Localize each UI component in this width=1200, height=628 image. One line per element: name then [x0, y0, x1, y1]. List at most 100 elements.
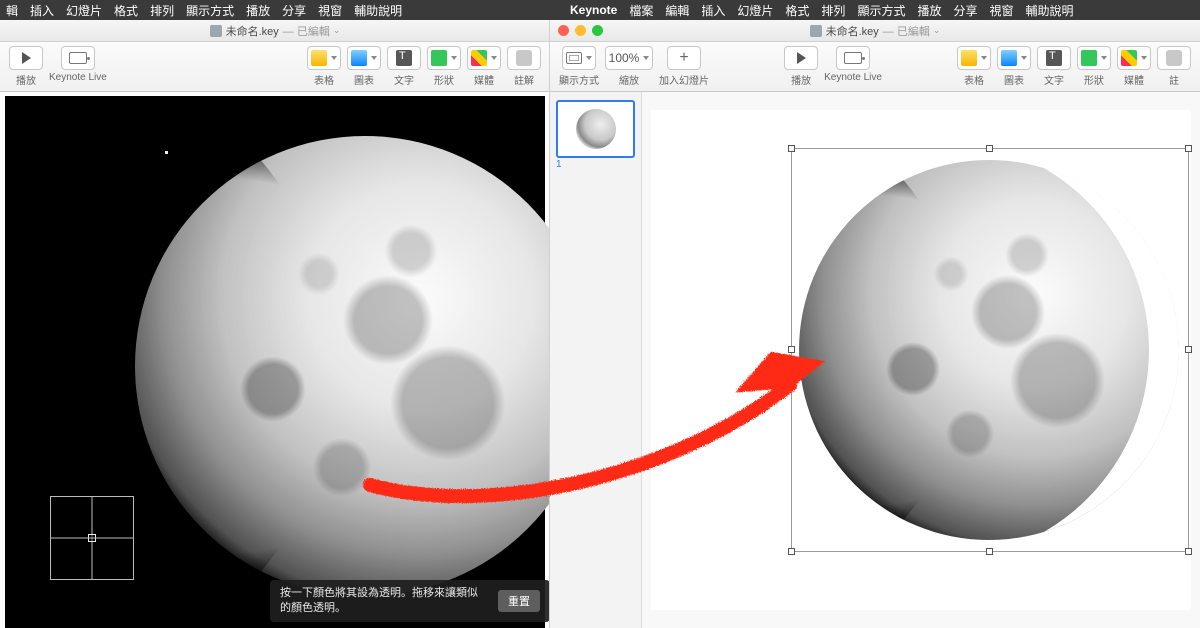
media-label: 媒體 — [1124, 72, 1144, 87]
menu-item[interactable]: 播放 — [246, 2, 270, 19]
menu-item[interactable]: 視窗 — [989, 2, 1013, 19]
menu-item[interactable]: 播放 — [917, 2, 941, 19]
shape-label: 形狀 — [1084, 72, 1104, 87]
text-icon — [1046, 50, 1062, 66]
resize-handle[interactable] — [788, 346, 795, 353]
zoom-label: 縮放 — [619, 72, 639, 87]
app-name[interactable]: Keynote — [570, 3, 617, 17]
menu-item[interactable]: 顯示方式 — [857, 2, 905, 19]
resize-handle[interactable] — [986, 145, 993, 152]
slide-canvas[interactable] — [642, 92, 1200, 628]
slide-thumbnail-1[interactable]: 1 — [556, 100, 635, 158]
resize-handle[interactable] — [788, 145, 795, 152]
zoom-select[interactable]: 100% — [605, 46, 653, 70]
shape-icon — [1081, 50, 1097, 66]
shape-icon — [431, 50, 447, 66]
canvas-left: 按一下顏色將其設為透明。拖移來讓類似的顏色透明。 重置 — [0, 92, 550, 628]
menu-item[interactable]: 幻燈片 — [737, 2, 773, 19]
fullscreen-icon[interactable] — [592, 25, 603, 36]
menu-item[interactable]: 插入 — [701, 2, 725, 19]
instant-alpha-picker[interactable] — [50, 496, 134, 580]
minimize-icon[interactable] — [575, 25, 586, 36]
menu-item[interactable]: 視窗 — [318, 2, 342, 19]
titlebar-left: 未命名.key — 已編輯 ⌄ — [0, 20, 550, 42]
menu-item[interactable]: 顯示方式 — [186, 2, 234, 19]
text-button[interactable] — [387, 46, 421, 70]
play-icon — [22, 52, 31, 64]
keynote-live-button[interactable] — [836, 46, 870, 70]
right-window: Keynote 檔案 編輯 插入 幻燈片 格式 排列 顯示方式 播放 分享 視窗… — [550, 0, 1200, 628]
menu-item[interactable]: 排列 — [821, 2, 845, 19]
table-label: 表格 — [964, 72, 984, 87]
shape-button[interactable] — [1077, 46, 1111, 70]
view-icon — [566, 52, 582, 64]
resize-handle[interactable] — [788, 548, 795, 555]
doc-status: — 已編輯 — [883, 23, 930, 39]
comment-button[interactable] — [1157, 46, 1191, 70]
play-label: 播放 — [16, 72, 36, 87]
live-label: Keynote Live — [49, 72, 107, 83]
view-button[interactable] — [562, 46, 596, 70]
menu-item[interactable]: 輔助說明 — [1026, 2, 1074, 19]
resize-handle[interactable] — [1185, 548, 1192, 555]
menu-item[interactable]: 格式 — [785, 2, 809, 19]
media-button[interactable] — [467, 46, 501, 70]
doc-title: 未命名.key — [826, 23, 879, 39]
text-button[interactable] — [1037, 46, 1071, 70]
resize-handle[interactable] — [1185, 145, 1192, 152]
doc-title: 未命名.key — [226, 23, 279, 39]
chart-button[interactable] — [997, 46, 1031, 70]
live-label: Keynote Live — [824, 72, 882, 83]
resize-handle[interactable] — [1185, 346, 1192, 353]
comment-label: 註 — [1169, 72, 1179, 87]
menu-item[interactable]: 分享 — [282, 2, 306, 19]
menu-item[interactable]: 插入 — [30, 2, 54, 19]
media-icon — [1121, 50, 1137, 66]
text-label: 文字 — [394, 72, 414, 87]
comment-icon — [1166, 50, 1182, 66]
add-slide-label: 加入幻燈片 — [659, 72, 709, 87]
menu-item[interactable]: 分享 — [953, 2, 977, 19]
doc-icon — [810, 25, 822, 37]
play-button[interactable] — [784, 46, 818, 70]
chart-label: 圖表 — [354, 72, 374, 87]
selection-box[interactable] — [791, 148, 1189, 552]
table-button[interactable] — [307, 46, 341, 70]
table-button[interactable] — [957, 46, 991, 70]
menu-item[interactable]: 檔案 — [629, 2, 653, 19]
menu-item[interactable]: 編輯 — [665, 2, 689, 19]
doc-icon — [210, 25, 222, 37]
close-icon[interactable] — [558, 25, 569, 36]
text-icon — [396, 50, 412, 66]
toolbar-right: 顯示方式 100%縮放 +加入幻燈片 播放 Keynote Live 表格 圖表… — [550, 42, 1200, 92]
hint-text: 按一下顏色將其設為透明。拖移來讓類似的顏色透明。 — [280, 586, 488, 616]
shape-button[interactable] — [427, 46, 461, 70]
play-button[interactable] — [9, 46, 43, 70]
menu-item[interactable]: 格式 — [114, 2, 138, 19]
media-icon — [471, 50, 487, 66]
media-label: 媒體 — [474, 72, 494, 87]
slide-navigator[interactable]: 1 — [550, 92, 642, 628]
menu-item[interactable]: 排列 — [150, 2, 174, 19]
play-label: 播放 — [791, 72, 811, 87]
traffic-lights[interactable] — [558, 25, 603, 36]
live-icon — [69, 52, 87, 64]
reset-button[interactable]: 重置 — [498, 590, 540, 612]
play-icon — [797, 52, 806, 64]
menu-item[interactable]: 幻燈片 — [66, 2, 102, 19]
table-label: 表格 — [314, 72, 334, 87]
chevron-down-icon[interactable]: ⌄ — [933, 25, 941, 36]
slide-number: 1 — [556, 159, 562, 170]
resize-handle[interactable] — [986, 548, 993, 555]
image-stage[interactable]: 按一下顏色將其設為透明。拖移來讓類似的顏色透明。 重置 — [5, 96, 545, 628]
menu-item[interactable]: 輯 — [6, 2, 18, 19]
moon-image — [135, 136, 550, 596]
chevron-down-icon[interactable]: ⌄ — [333, 25, 341, 36]
menu-item[interactable]: 輔助說明 — [354, 2, 402, 19]
chart-button[interactable] — [347, 46, 381, 70]
media-button[interactable] — [1117, 46, 1151, 70]
play-group: 播放 — [9, 46, 43, 87]
add-slide-button[interactable]: + — [667, 46, 701, 70]
keynote-live-button[interactable] — [61, 46, 95, 70]
comment-button[interactable] — [507, 46, 541, 70]
